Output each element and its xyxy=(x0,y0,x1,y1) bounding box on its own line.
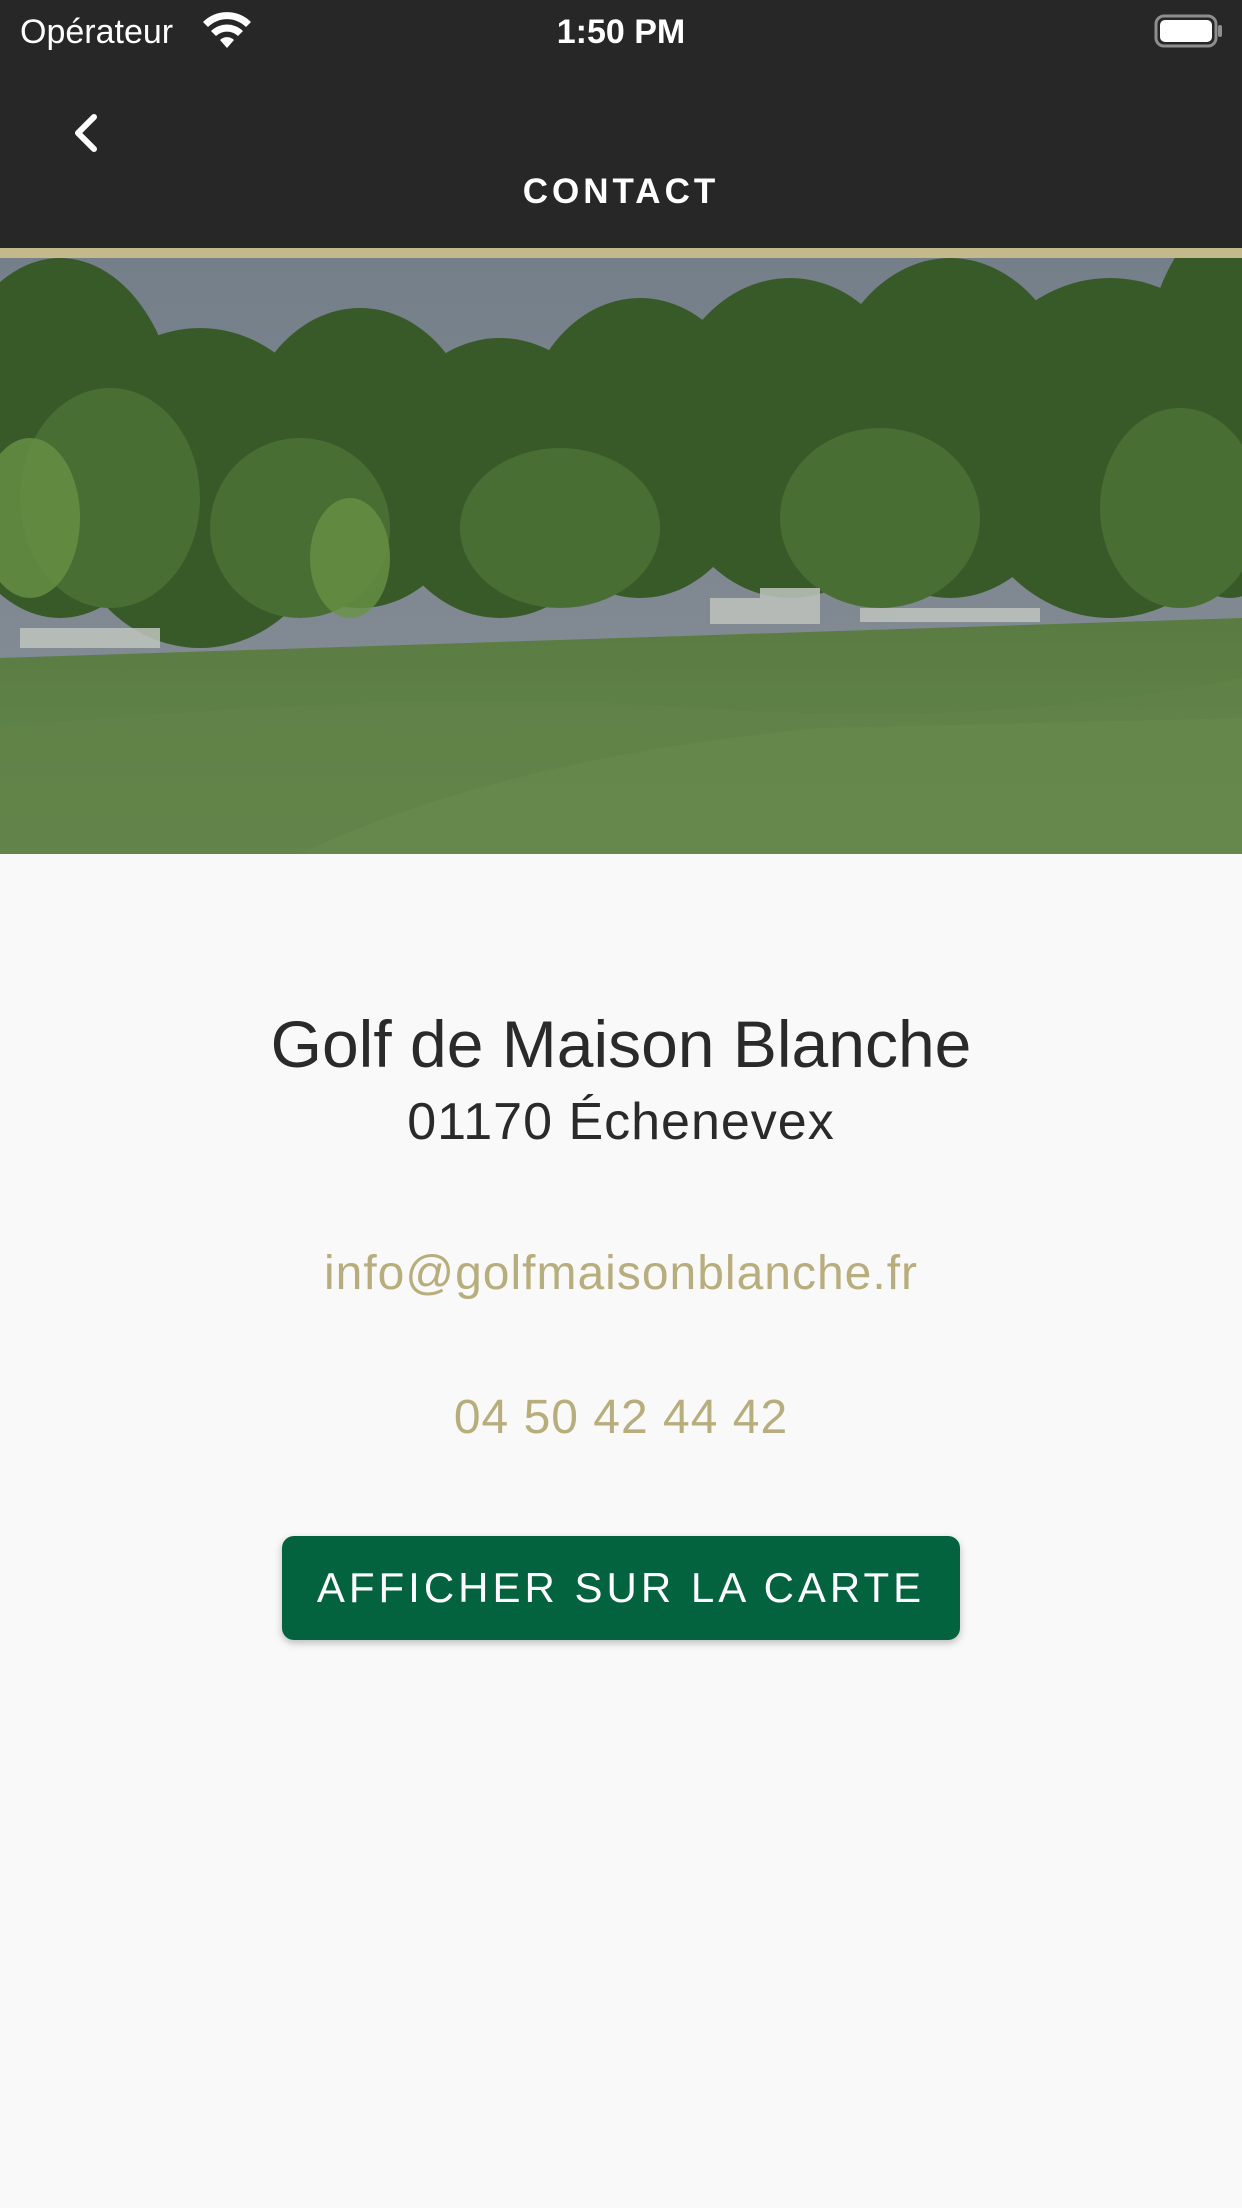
chevron-left-icon xyxy=(70,113,100,158)
status-time: 1:50 PM xyxy=(556,13,686,51)
club-address: 01170 Échenevex xyxy=(407,1093,835,1151)
header-accent-line xyxy=(0,248,1242,258)
navigation-bar xyxy=(0,62,1242,248)
club-name: Golf de Maison Blanche xyxy=(270,1007,972,1081)
battery-icon xyxy=(1154,14,1224,48)
page-title: CONTACT xyxy=(522,172,720,211)
back-button[interactable] xyxy=(50,100,120,170)
status-bar: Opérateur 1:50 PM xyxy=(0,0,1242,62)
phone-link[interactable]: 04 50 42 44 42 xyxy=(0,1388,1242,1448)
hero-golf-course-image xyxy=(0,258,1242,854)
show-on-map-button[interactable]: AFFICHER SUR LA CARTE xyxy=(282,1536,960,1640)
email-link[interactable]: info@golfmaisonblanche.fr xyxy=(0,1244,1242,1304)
